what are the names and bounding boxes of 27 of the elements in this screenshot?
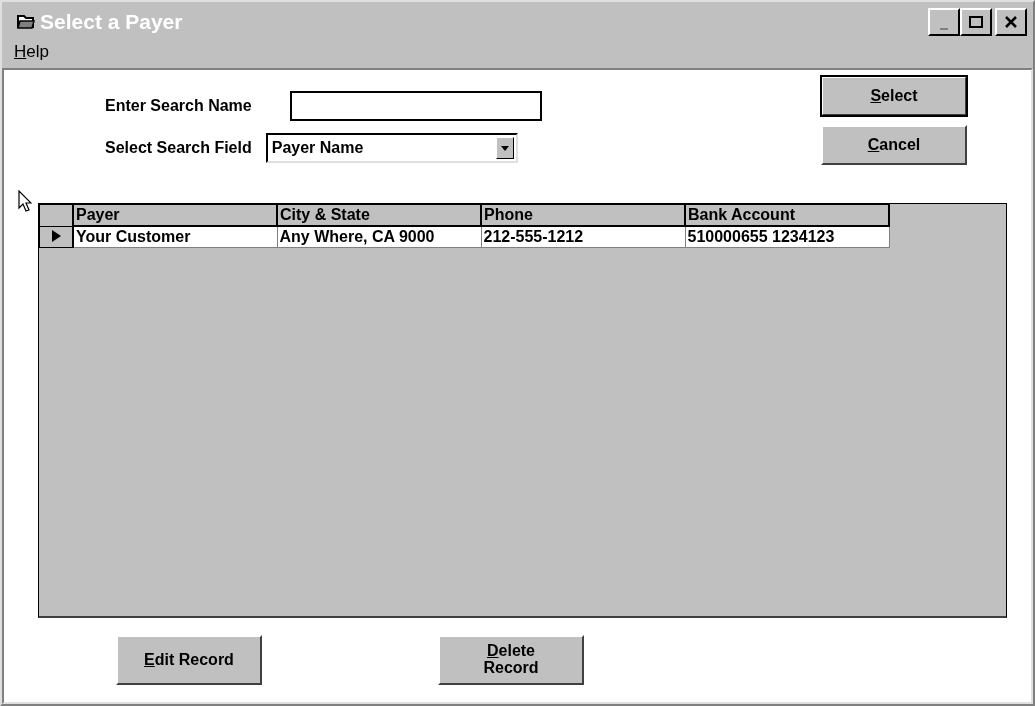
field-label: Select Search Field bbox=[105, 139, 252, 157]
table-cell: Any Where, CA 9000 bbox=[277, 226, 481, 248]
dropdown-arrow-icon bbox=[500, 145, 509, 151]
minimize-icon bbox=[940, 28, 948, 30]
column-header[interactable]: Payer bbox=[73, 204, 277, 226]
edit-record-button[interactable]: Edit Record bbox=[116, 635, 262, 685]
cancel-button[interactable]: Cancel bbox=[821, 125, 967, 165]
window-title: Select a Payer bbox=[40, 10, 183, 34]
search-name-field[interactable] bbox=[289, 91, 542, 121]
column-header[interactable]: Bank Account bbox=[685, 204, 889, 226]
maximize-button[interactable] bbox=[960, 8, 992, 36]
menu-item[interactable]: Help bbox=[14, 42, 49, 62]
close-icon bbox=[1004, 16, 1018, 28]
field-label: Enter Search Name bbox=[105, 97, 252, 115]
delete-record-button[interactable]: Delete Record bbox=[438, 635, 584, 685]
column-header[interactable]: Phone bbox=[481, 204, 685, 226]
column-header[interactable]: City & State bbox=[277, 204, 481, 226]
maximize-icon bbox=[969, 16, 983, 28]
table-cell: 212-555-1212 bbox=[481, 226, 685, 248]
minimize-button[interactable] bbox=[928, 8, 960, 36]
close-button[interactable] bbox=[995, 8, 1027, 36]
table-cell: Your Customer bbox=[73, 226, 277, 248]
search-field-dropdown[interactable]: Payer Name bbox=[265, 133, 518, 163]
table-cell: 510000655 1234123 bbox=[685, 226, 889, 248]
select-button[interactable]: Select bbox=[821, 76, 967, 116]
mouse-pointer-icon bbox=[18, 190, 32, 212]
folder-icon bbox=[16, 13, 36, 31]
